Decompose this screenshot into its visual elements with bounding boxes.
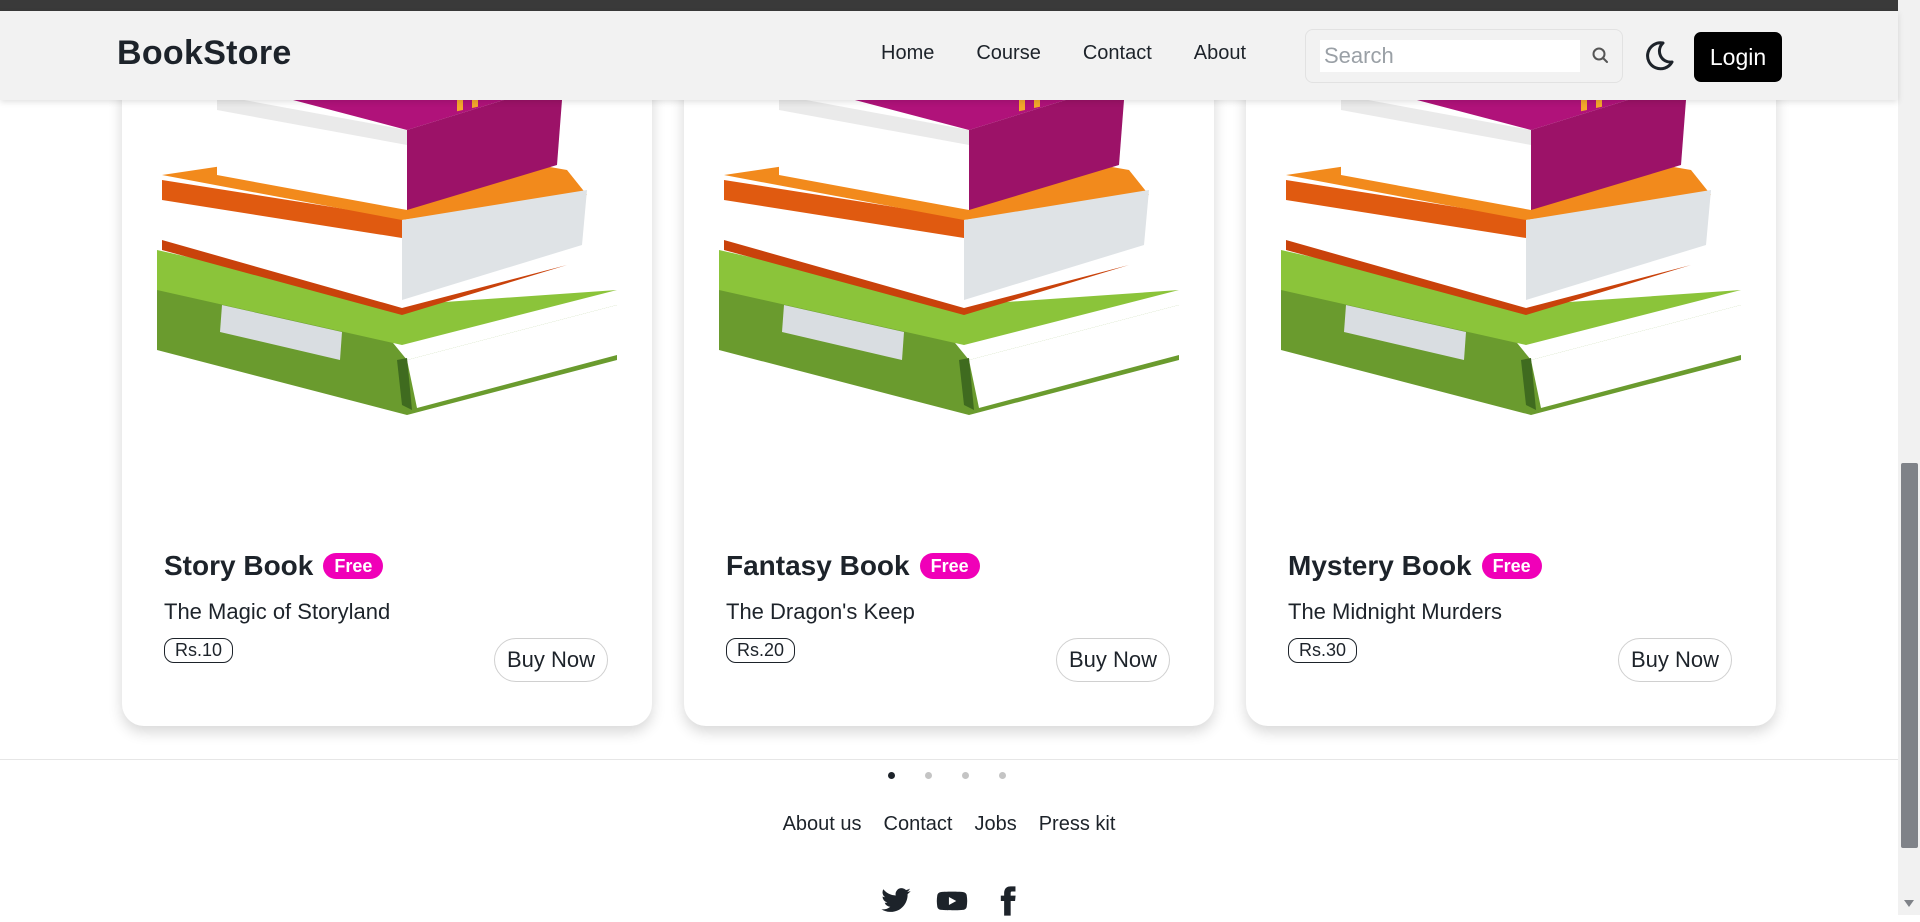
social-links: [880, 885, 1024, 917]
free-badge: Free: [919, 553, 980, 579]
book-card: Story Book Free The Magic of Storyland R…: [122, 60, 652, 726]
nav-course[interactable]: Course: [955, 42, 1061, 65]
moon-icon[interactable]: [1641, 38, 1677, 74]
search-icon[interactable]: [1590, 45, 1612, 67]
card-title-row: Mystery Book Free: [1288, 550, 1542, 582]
carousel-dot-1[interactable]: [888, 772, 895, 779]
books-stack-image: [157, 60, 617, 440]
nav-about[interactable]: About: [1173, 42, 1267, 65]
card-subtitle: The Magic of Storyland: [164, 599, 391, 624]
buy-now-button[interactable]: Buy Now: [493, 638, 608, 682]
footer-links: About us Contact Jobs Press kit: [0, 813, 1898, 836]
navbar: BookStore Home Course Contact About Logi…: [0, 11, 1898, 100]
price-tag: Rs.30: [1288, 638, 1358, 663]
search-box: [1305, 29, 1623, 83]
buy-now-button[interactable]: Buy Now: [1617, 638, 1732, 682]
card-title-row: Story Book Free: [164, 550, 384, 582]
nav-home[interactable]: Home: [860, 42, 955, 65]
facebook-icon[interactable]: [992, 885, 1024, 917]
login-button[interactable]: Login: [1694, 32, 1782, 82]
buy-now-button[interactable]: Buy Now: [1055, 638, 1170, 682]
nav-menu: Home Course Contact About: [860, 42, 1267, 65]
carousel-dot-3[interactable]: [962, 772, 969, 779]
search-input[interactable]: [1320, 40, 1580, 72]
footer-link-jobs[interactable]: Jobs: [974, 813, 1016, 836]
scrollbar-thumb[interactable]: [1901, 463, 1918, 848]
free-badge: Free: [1481, 553, 1542, 579]
card-title: Fantasy Book: [726, 550, 910, 581]
scroll-down-arrow-icon[interactable]: [1904, 900, 1914, 907]
carousel-dot-4[interactable]: [999, 772, 1006, 779]
youtube-icon[interactable]: [936, 885, 968, 917]
free-badge: Free: [323, 553, 384, 579]
price-tag: Rs.10: [164, 638, 234, 663]
card-subtitle: The Midnight Murders: [1288, 599, 1502, 624]
footer-link-contact[interactable]: Contact: [884, 813, 953, 836]
footer-divider: [0, 759, 1898, 760]
book-card: Mystery Book Free The Midnight Murders R…: [1246, 60, 1776, 726]
twitter-icon[interactable]: [880, 885, 912, 917]
card-title: Mystery Book: [1288, 550, 1472, 581]
books-stack-image: [719, 60, 1179, 440]
window-top-strip: [0, 0, 1920, 11]
carousel-dots: [888, 772, 1006, 779]
carousel-dot-2[interactable]: [925, 772, 932, 779]
book-card: Fantasy Book Free The Dragon's Keep Rs.2…: [684, 60, 1214, 726]
price-tag: Rs.20: [726, 638, 796, 663]
footer-link-about-us[interactable]: About us: [783, 813, 862, 836]
books-stack-image: [1281, 60, 1741, 440]
brand-logo[interactable]: BookStore: [117, 34, 292, 73]
footer-link-press-kit[interactable]: Press kit: [1039, 813, 1116, 836]
card-subtitle: The Dragon's Keep: [726, 599, 915, 624]
nav-contact[interactable]: Contact: [1062, 42, 1173, 65]
card-title: Story Book: [164, 550, 314, 581]
card-title-row: Fantasy Book Free: [726, 550, 980, 582]
